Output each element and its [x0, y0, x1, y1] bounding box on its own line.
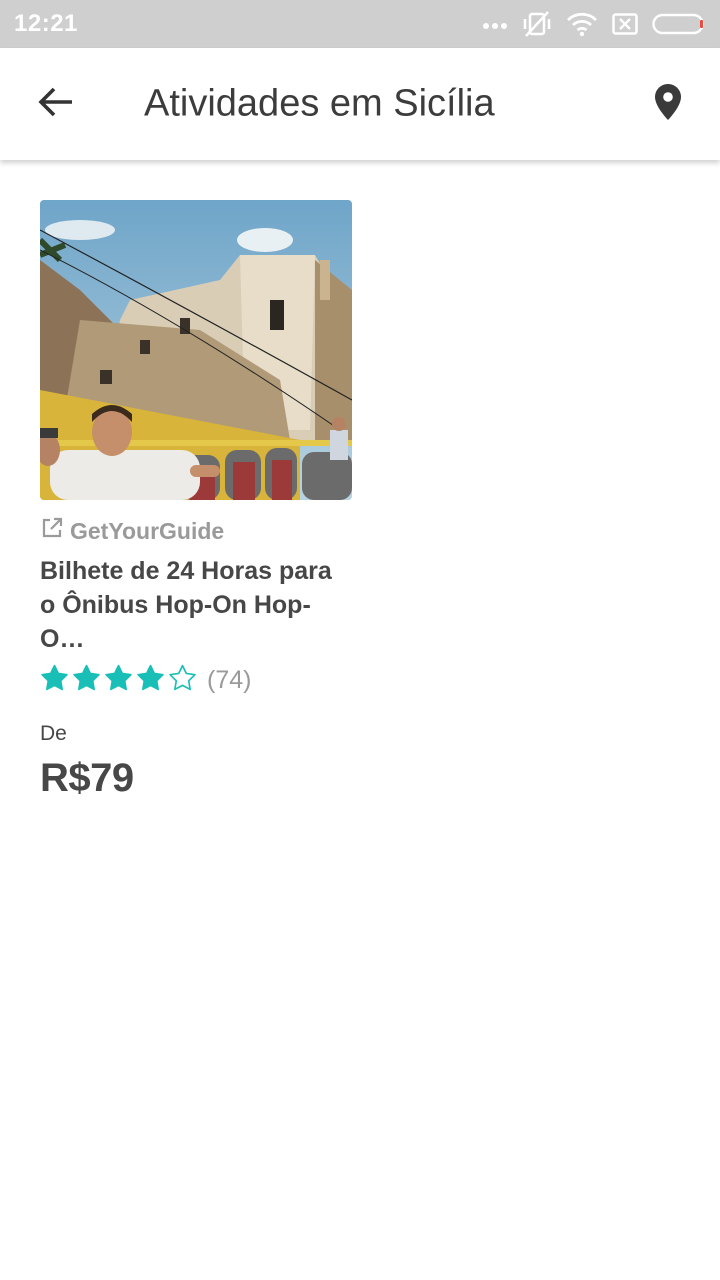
- star-filled-icon: [40, 664, 69, 696]
- vibrate-off-icon: [522, 10, 552, 38]
- activity-title-line-1: Bilhete de 24 Horas para: [40, 557, 332, 585]
- status-time: 12:21: [14, 10, 78, 37]
- activity-photo: [40, 200, 352, 500]
- back-button[interactable]: [32, 80, 80, 128]
- location-button[interactable]: [644, 80, 692, 128]
- rating-row: (74): [40, 664, 352, 696]
- star-filled-icon: [136, 664, 165, 696]
- status-bar: 12:21: [0, 0, 720, 48]
- external-link-icon: [40, 516, 64, 546]
- wifi-icon: [566, 11, 598, 37]
- price-prefix: De: [40, 722, 67, 745]
- star-empty-icon: [168, 664, 197, 696]
- star-filled-icon: [72, 664, 101, 696]
- price: R$79: [40, 756, 134, 800]
- map-pin-icon: [654, 83, 682, 126]
- more-dots-icon: [482, 19, 508, 29]
- provider-row: GetYourGuide: [40, 516, 352, 546]
- app-bar: Atividades em Sicília: [0, 48, 720, 160]
- activity-card[interactable]: GetYourGuide Bilhete de 24 Horas para o …: [40, 200, 352, 801]
- star-rating: [40, 664, 197, 696]
- sim-off-icon: [612, 13, 638, 35]
- battery-icon: [652, 13, 706, 35]
- provider-name: GetYourGuide: [70, 517, 225, 544]
- activity-title-line-2: o Ônibus Hop-On Hop-O…: [40, 591, 311, 653]
- arrow-back-icon: [38, 86, 74, 123]
- status-icons: [482, 10, 706, 38]
- review-count: (74): [207, 665, 252, 694]
- star-filled-icon: [104, 664, 133, 696]
- page-title: Atividades em Sicília: [144, 82, 495, 125]
- activity-title: Bilhete de 24 Horas para o Ônibus Hop-On…: [40, 554, 352, 656]
